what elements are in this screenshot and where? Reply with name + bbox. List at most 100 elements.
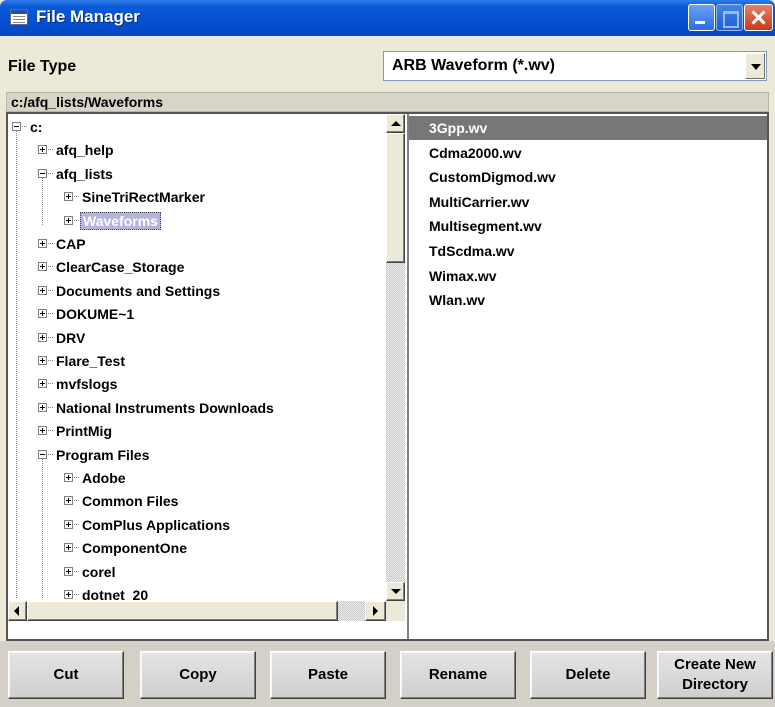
expand-icon[interactable] bbox=[38, 426, 47, 436]
tree-connector bbox=[48, 243, 53, 244]
tree-item-label: afq_help bbox=[56, 142, 114, 159]
tree-connector bbox=[48, 453, 53, 455]
title-bar[interactable]: File Manager bbox=[0, 0, 775, 36]
file-manager-window: File Manager File Type ARB Waveform (*.w… bbox=[0, 0, 775, 707]
expand-icon[interactable] bbox=[64, 590, 73, 599]
tree-item-label: Waveforms bbox=[80, 211, 161, 230]
expand-icon[interactable] bbox=[64, 473, 73, 482]
delete-button[interactable]: Delete bbox=[530, 651, 646, 699]
tree-item-clearcase-storage[interactable]: ClearCase_Storage bbox=[8, 258, 386, 278]
file-item[interactable]: 3Gpp.wv bbox=[409, 116, 767, 140]
file-item[interactable]: Wlan.wv bbox=[409, 288, 767, 312]
expand-icon[interactable] bbox=[64, 519, 73, 529]
file-type-value: ARB Waveform (*.wv) bbox=[392, 57, 555, 74]
expand-icon[interactable] bbox=[38, 262, 47, 272]
tree-item-afq-help[interactable]: afq_help bbox=[8, 141, 386, 161]
tree-item-flare-test[interactable]: Flare_Test bbox=[8, 352, 386, 372]
tree-item-label: afq_lists bbox=[56, 165, 113, 182]
tree-item-common-files[interactable]: Common Files bbox=[8, 492, 386, 512]
tree-connector bbox=[74, 477, 79, 478]
collapse-icon[interactable] bbox=[38, 168, 47, 178]
tree-item-adobe[interactable]: Adobe bbox=[8, 469, 386, 489]
scroll-up-button[interactable] bbox=[386, 114, 405, 133]
expand-icon[interactable] bbox=[38, 356, 47, 365]
expand-icon[interactable] bbox=[38, 309, 47, 319]
tree-connector bbox=[48, 383, 53, 385]
tree-connector bbox=[74, 570, 79, 572]
tree-item-waveforms[interactable]: Waveforms bbox=[8, 211, 386, 232]
scroll-h-thumb[interactable] bbox=[27, 601, 338, 621]
expand-icon[interactable] bbox=[38, 379, 47, 389]
chevron-down-icon[interactable] bbox=[745, 53, 765, 79]
tree-item-componentone[interactable]: ComponentOne bbox=[8, 539, 386, 559]
collapse-icon[interactable] bbox=[12, 122, 21, 131]
file-item[interactable]: TdScdma.wv bbox=[409, 239, 767, 263]
expand-icon[interactable] bbox=[64, 496, 73, 506]
file-manager-icon bbox=[10, 9, 28, 25]
tree-item-drv[interactable]: DRV bbox=[8, 329, 386, 349]
cut-button[interactable]: Cut bbox=[8, 651, 124, 699]
tree-connector bbox=[74, 196, 79, 198]
tree-item-label: Adobe bbox=[82, 470, 126, 486]
tree-item-sinetrirectmarker[interactable]: SineTriRectMarker bbox=[8, 188, 386, 208]
tree-item-documents-and-settings[interactable]: Documents and Settings bbox=[8, 282, 386, 302]
expand-icon[interactable] bbox=[64, 543, 73, 553]
current-path-bar: c:/afq_lists/Waveforms bbox=[6, 92, 769, 112]
tree-connector bbox=[48, 149, 53, 151]
tree-item-label: Flare_Test bbox=[56, 353, 125, 369]
tree-vertical-scrollbar[interactable] bbox=[386, 114, 405, 621]
expand-icon[interactable] bbox=[38, 332, 47, 342]
tree-item-program-files[interactable]: Program Files bbox=[8, 446, 386, 466]
file-item[interactable]: Multisegment.wv bbox=[409, 214, 767, 238]
tree-item-national-instruments-downloads[interactable]: National Instruments Downloads bbox=[8, 399, 386, 419]
tree-item-cap[interactable]: CAP bbox=[8, 235, 386, 255]
file-item[interactable]: Wimax.wv bbox=[409, 264, 767, 288]
tree-connector bbox=[74, 219, 79, 221]
close-button[interactable] bbox=[744, 4, 773, 31]
scrollbar-corner bbox=[386, 601, 405, 621]
collapse-icon[interactable] bbox=[38, 449, 47, 459]
file-type-select[interactable]: ARB Waveform (*.wv) bbox=[383, 51, 767, 81]
directory-tree[interactable]: c: afq_help afq_lists SineTriRectMarker Wave… bbox=[8, 114, 407, 639]
tree-item-dokume-1[interactable]: DOKUME~1 bbox=[8, 305, 386, 325]
scroll-left-button[interactable] bbox=[8, 601, 27, 621]
tree-connector bbox=[74, 500, 79, 502]
tree-item-printmig[interactable]: PrintMig bbox=[8, 422, 386, 442]
action-button-bar: Cut Copy Paste Rename Delete Create New … bbox=[0, 641, 775, 707]
file-list[interactable]: 3Gpp.wv Cdma2000.wv CustomDigmod.wv MultiCa… bbox=[409, 114, 767, 639]
tree-connector bbox=[48, 336, 53, 338]
tree-horizontal-scrollbar[interactable] bbox=[8, 601, 386, 621]
rename-button[interactable]: Rename bbox=[400, 651, 516, 699]
minimize-button[interactable] bbox=[688, 4, 715, 31]
tree-item-label: SineTriRectMarker bbox=[82, 189, 205, 206]
file-item[interactable]: MultiCarrier.wv bbox=[409, 190, 767, 214]
scroll-down-button[interactable] bbox=[386, 582, 405, 601]
file-item[interactable]: CustomDigmod.wv bbox=[409, 165, 767, 189]
tree-item-mvfslogs[interactable]: mvfslogs bbox=[8, 375, 386, 395]
tree-connector bbox=[74, 594, 79, 595]
expand-icon[interactable] bbox=[64, 192, 73, 202]
tree-item-label: CAP bbox=[56, 236, 86, 252]
scroll-right-button[interactable] bbox=[365, 601, 386, 621]
tree-item-c[interactable]: c: bbox=[8, 118, 386, 138]
scroll-thumb[interactable] bbox=[386, 133, 405, 263]
tree-item-afq-lists[interactable]: afq_lists bbox=[8, 165, 386, 185]
expand-icon[interactable] bbox=[38, 239, 47, 248]
expand-icon[interactable] bbox=[38, 285, 47, 295]
tree-item-label: corel bbox=[82, 563, 116, 580]
expand-icon[interactable] bbox=[64, 215, 73, 225]
tree-item-label: Common Files bbox=[82, 493, 179, 510]
expand-icon[interactable] bbox=[38, 145, 47, 155]
tree-item-label: ComPlus Applications bbox=[82, 516, 231, 533]
maximize-button[interactable] bbox=[716, 4, 743, 31]
paste-button[interactable]: Paste bbox=[270, 651, 386, 699]
file-type-label: File Type bbox=[8, 58, 77, 75]
copy-button[interactable]: Copy bbox=[140, 651, 256, 699]
create-new-directory-button[interactable]: Create New Directory bbox=[657, 651, 773, 699]
tree-item-complus-applications[interactable]: ComPlus Applications bbox=[8, 516, 386, 536]
tree-item-corel[interactable]: corel bbox=[8, 563, 386, 583]
tree-item-label: DOKUME~1 bbox=[56, 306, 135, 323]
expand-icon[interactable] bbox=[38, 402, 47, 412]
expand-icon[interactable] bbox=[64, 566, 73, 576]
file-item[interactable]: Cdma2000.wv bbox=[409, 141, 767, 165]
